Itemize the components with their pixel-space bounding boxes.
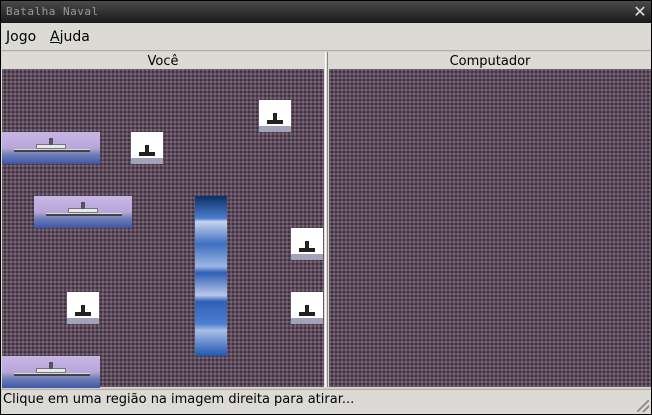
main-window: Batalha Naval ✕ Jogo Ajuda Você Computad… <box>0 0 652 415</box>
computer-board[interactable] <box>329 69 651 387</box>
close-icon[interactable]: ✕ <box>631 3 649 21</box>
submarine-icon <box>67 292 99 324</box>
menu-jogo-rest: ogo <box>10 29 37 45</box>
player-board-label: Você <box>147 54 179 69</box>
submarine-icon <box>291 228 323 260</box>
window-title: Batalha Naval <box>6 5 99 18</box>
frigate-icon <box>2 356 100 388</box>
menu-ajuda-rest: juda <box>59 29 90 45</box>
menu-bar: Jogo Ajuda <box>1 23 651 51</box>
submarine-icon <box>259 100 291 132</box>
aircraft-carrier-icon <box>195 196 227 356</box>
menu-ajuda[interactable]: Ajuda <box>50 29 90 45</box>
title-bar[interactable]: Batalha Naval ✕ <box>1 1 651 23</box>
menu-ajuda-accel: A <box>50 29 60 45</box>
menu-jogo[interactable]: Jogo <box>6 29 36 45</box>
player-panel: Você <box>2 52 324 388</box>
submarine-icon <box>291 292 323 324</box>
submarine-icon <box>131 132 163 164</box>
status-text: Clique em uma região na imagem direita p… <box>3 392 355 407</box>
computer-board-label: Computador <box>449 54 531 69</box>
status-bar: Clique em uma região na imagem direita p… <box>1 389 651 414</box>
player-board <box>2 69 324 388</box>
frigate-icon <box>2 132 100 164</box>
board-area: Você Computador <box>1 52 651 388</box>
resize-grip-icon[interactable] <box>637 400 649 412</box>
frigate-icon <box>34 196 132 228</box>
computer-panel: Computador <box>329 52 651 387</box>
